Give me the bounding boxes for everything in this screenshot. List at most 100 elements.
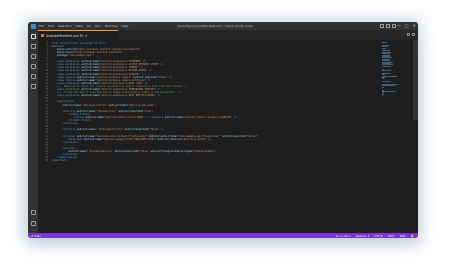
vscode-window: File Edit Selection View Go Run Terminal Help t… bbox=[28, 22, 418, 238]
status-item[interactable]: CRLF bbox=[388, 234, 395, 238]
minimap-line bbox=[382, 81, 392, 83]
toggle-sidebar-icon[interactable] bbox=[380, 24, 384, 28]
explorer-icon[interactable] bbox=[30, 34, 36, 39]
menu-item-help[interactable]: Help bbox=[121, 24, 128, 28]
code-token: </provider> bbox=[51, 140, 79, 144]
code-token: "android.intent.action.MAIN" bbox=[104, 115, 145, 119]
code-token: android:name= bbox=[164, 115, 184, 119]
minimap-line bbox=[382, 70, 391, 71]
minimap-line bbox=[382, 47, 386, 49]
minimap-line bbox=[382, 86, 385, 88]
code-token: ".MainActivity" bbox=[95, 109, 118, 113]
tab-label: AndroidManifest.xml M bbox=[46, 33, 83, 38]
status-item[interactable]: Spaces: 4 bbox=[356, 234, 370, 238]
window-controls: — ▢ ✕ bbox=[393, 23, 416, 29]
tab-close-icon[interactable]: × bbox=[85, 34, 88, 38]
code-token: <uses-permission bbox=[51, 94, 82, 98]
search-icon[interactable] bbox=[30, 44, 36, 49]
code-token: android:foregroundServiceType= bbox=[148, 150, 194, 153]
minimap-line bbox=[382, 65, 392, 67]
code-line[interactable]: </provider> bbox=[51, 140, 79, 144]
code-token: "android.intent.category.LAUNCHER" bbox=[183, 115, 233, 119]
code-token: "mediaPlayback" bbox=[193, 150, 216, 153]
code-line[interactable]: <activity android:name=".SettingsActivit… bbox=[51, 128, 164, 132]
code-line[interactable]: <uses-permission android:name="android.p… bbox=[51, 94, 161, 98]
settings-icon[interactable] bbox=[30, 221, 36, 226]
code-token: android:exported= bbox=[112, 150, 139, 153]
code-token: android:exported= bbox=[117, 109, 144, 113]
code-line[interactable]: android:name=".MainApplication" android:… bbox=[51, 103, 157, 107]
status-right: Ln 1, Col 1 Spaces: 4 UTF-8 CRLF XML 🔔 bbox=[331, 234, 414, 238]
source-control-icon[interactable] bbox=[30, 54, 36, 59]
menu-item-selection[interactable]: Selection bbox=[58, 24, 72, 28]
toggle-panel-icon[interactable] bbox=[386, 24, 390, 28]
menu-bar: File Edit Selection View Go Run Terminal Help bbox=[39, 24, 132, 28]
code-editor[interactable]: 1 2 3 4 5 6 7 8 9 10 11 12 13 14 15 16 17 18 19 20 21 22 23 24 2… bbox=[38, 40, 418, 233]
status-item[interactable]: XML bbox=[400, 234, 406, 238]
code-token: /> bbox=[156, 94, 161, 98]
notifications-bell-icon[interactable]: 🔔 bbox=[411, 234, 414, 238]
minimap[interactable] bbox=[382, 40, 404, 100]
code-token: > bbox=[256, 134, 259, 138]
code-token: > bbox=[215, 150, 217, 153]
status-item[interactable]: Ln 1, Col 1 bbox=[336, 234, 351, 238]
code-token: </activity> bbox=[51, 122, 79, 126]
line-number-gutter: 1 2 3 4 5 6 7 8 9 10 11 12 13 14 15 16 17 18 19 20 21 22 23 24 2… bbox=[38, 40, 50, 233]
code-token: package= bbox=[51, 53, 69, 57]
code-area[interactable]: <?xml version="1.0" encoding="utf-8"?> <m… bbox=[51, 40, 391, 233]
code-token: "android.permission.POST_NOTIFICATIONS" bbox=[99, 94, 157, 98]
menu-item-terminal[interactable]: Terminal bbox=[105, 24, 118, 28]
minimize-button[interactable]: — bbox=[397, 23, 401, 29]
status-item[interactable]: UTF-8 bbox=[374, 234, 382, 238]
minimap-line bbox=[382, 78, 385, 80]
branch-status[interactable]: ⎇ main bbox=[30, 234, 41, 238]
code-token: </manifest> bbox=[51, 159, 67, 163]
code-token: > bbox=[154, 103, 157, 107]
code-token: <activity bbox=[51, 128, 77, 132]
code-token: <category bbox=[148, 115, 165, 119]
code-token: /> bbox=[206, 137, 211, 141]
extensions-icon[interactable] bbox=[30, 74, 36, 79]
title-bar: File Edit Selection View Go Run Terminal Help t… bbox=[28, 22, 418, 30]
menu-item-file[interactable]: File bbox=[39, 24, 44, 28]
tab-androidmanifest[interactable]: AndroidManifest.xml M × bbox=[38, 30, 118, 40]
menu-item-go[interactable]: Go bbox=[87, 24, 91, 28]
code-token: android:exported= bbox=[123, 128, 149, 132]
code-line[interactable]: </activity> bbox=[51, 122, 79, 126]
code-token: "false" bbox=[157, 75, 168, 79]
run-debug-icon[interactable] bbox=[30, 64, 36, 69]
split-editor-icon[interactable] bbox=[407, 33, 410, 36]
code-token: "com.example.app" bbox=[68, 53, 93, 57]
more-actions-icon[interactable] bbox=[412, 33, 415, 36]
status-bar: ⎇ main Ln 1, Col 1 Spaces: 4 UTF-8 CRLF XML 🔔 bbox=[28, 233, 418, 238]
menu-item-view[interactable]: View bbox=[76, 24, 83, 28]
code-line[interactable]: package="com.example.app"> bbox=[51, 54, 94, 57]
line-number: 39 bbox=[45, 159, 48, 163]
code-token: android:exported= bbox=[220, 134, 247, 138]
code-token: "false" bbox=[138, 150, 149, 153]
code-token: android:resource= bbox=[156, 137, 183, 141]
code-token: ".PlaybackService" bbox=[86, 150, 113, 153]
minimap-line bbox=[382, 95, 384, 97]
window-title: tsconfig/AndroidManifest.xml - Visual St… bbox=[178, 24, 253, 28]
maximize-button[interactable]: ▢ bbox=[405, 23, 409, 29]
code-token: "@string/app_name" bbox=[128, 103, 155, 107]
code-line[interactable]: </manifest> bbox=[51, 159, 67, 162]
code-token: /> bbox=[147, 69, 152, 73]
code-token: "android.support.FILE_PROVIDER_PATHS" bbox=[102, 137, 157, 141]
code-token: /> bbox=[167, 75, 172, 79]
code-token: "false" bbox=[148, 128, 159, 132]
menu-item-edit[interactable]: Edit bbox=[48, 24, 54, 28]
vscode-logo-icon bbox=[31, 23, 36, 29]
code-token: "@xml/file_paths" bbox=[182, 137, 207, 141]
code-token: android:name= bbox=[81, 94, 100, 98]
close-window-button[interactable]: ✕ bbox=[413, 23, 416, 29]
account-icon[interactable] bbox=[30, 210, 36, 215]
code-token: "true" bbox=[143, 109, 152, 113]
vertical-scrollbar[interactable] bbox=[413, 40, 418, 233]
scroll-thumb[interactable] bbox=[413, 40, 418, 120]
remote-icon[interactable] bbox=[30, 84, 36, 89]
code-token: /> bbox=[232, 115, 237, 119]
code-token: android:name= bbox=[51, 103, 82, 107]
menu-item-run[interactable]: Run bbox=[95, 24, 101, 28]
